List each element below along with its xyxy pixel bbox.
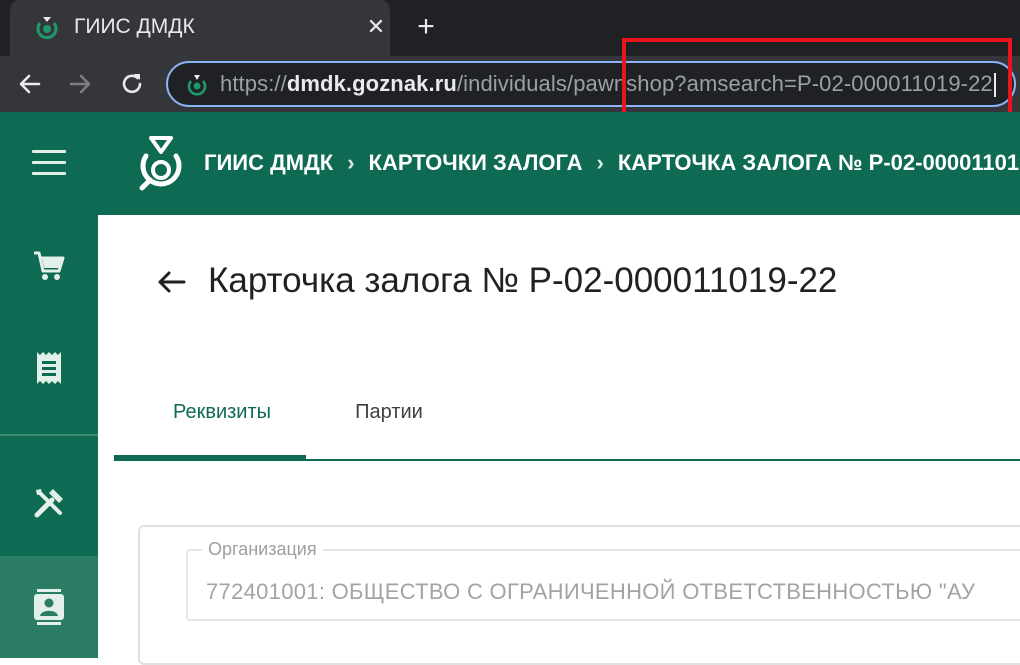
receipt-icon — [37, 352, 61, 384]
tools-icon — [34, 489, 63, 518]
app-header: ГИИС ДМДК › КАРТОЧКИ ЗАЛОГА › КАРТОЧКА З… — [0, 112, 1020, 215]
sidebar-divider — [0, 434, 98, 436]
organization-label: Организация — [202, 539, 323, 560]
browser-reload-button[interactable] — [114, 66, 150, 102]
sidebar-item-tools[interactable] — [0, 452, 98, 554]
tab-requisites[interactable]: Реквизиты — [152, 397, 292, 453]
tab-batches[interactable]: Партии — [344, 397, 434, 453]
arrow-left-icon — [19, 74, 41, 94]
giis-dmdk-logo-icon[interactable] — [134, 134, 188, 194]
hamburger-menu-icon[interactable] — [32, 150, 66, 178]
breadcrumb-item-current: КАРТОЧКА ЗАЛОГА № P-02-000011019-22 — [617, 150, 1020, 175]
organization-value: 772401001: ОБЩЕСТВО С ОГРАНИЧЕННОЙ ОТВЕТ… — [206, 579, 976, 604]
sidebar-item-cart[interactable] — [0, 215, 98, 317]
browser-forward-button[interactable] — [62, 66, 98, 102]
requisites-panel: Организация 772401001: ОБЩЕСТВО С ОГРАНИ… — [138, 525, 1020, 665]
breadcrumb-chevron-icon: › — [596, 150, 604, 175]
breadcrumb-item-pledge-cards[interactable]: КАРТОЧКИ ЗАЛОГА — [369, 150, 583, 176]
site-info-icon[interactable] — [184, 72, 210, 98]
breadcrumb: ГИИС ДМДК › КАРТОЧКИ ЗАЛОГА › КАРТОЧКА З… — [204, 150, 1020, 176]
arrow-right-icon — [69, 74, 91, 94]
url-host: dmdk.goznak.ru — [286, 71, 457, 96]
browser-back-button[interactable] — [12, 66, 48, 102]
sidebar-item-contacts[interactable] — [0, 556, 98, 658]
tab-bar: Реквизиты Партии — [114, 385, 1020, 461]
back-arrow-icon[interactable] — [154, 265, 188, 299]
new-tab-button[interactable]: + — [410, 12, 442, 44]
breadcrumb-chevron-icon: › — [347, 150, 355, 175]
browser-tab[interactable]: ГИИС ДМДК ✕ — [10, 0, 390, 56]
contact-card-icon — [34, 589, 64, 625]
tab-title: ГИИС ДМДК — [74, 15, 195, 38]
breadcrumb-item-home[interactable]: ГИИС ДМДК — [204, 150, 333, 176]
main-content: Карточка залога № P-02-000011019-22 Рекв… — [98, 215, 1020, 665]
page-title: Карточка залога № P-02-000011019-22 — [208, 261, 838, 300]
site-favicon-icon — [36, 17, 58, 40]
active-tab-indicator — [114, 455, 306, 461]
url-scheme: https:// — [220, 71, 287, 96]
sidebar — [0, 215, 98, 658]
reload-icon — [122, 74, 142, 94]
close-tab-icon[interactable]: ✕ — [362, 13, 390, 41]
organization-field[interactable]: Организация 772401001: ОБЩЕСТВО С ОГРАНИ… — [186, 539, 1020, 621]
sidebar-item-receipt[interactable] — [0, 317, 98, 419]
cart-icon — [34, 251, 65, 280]
